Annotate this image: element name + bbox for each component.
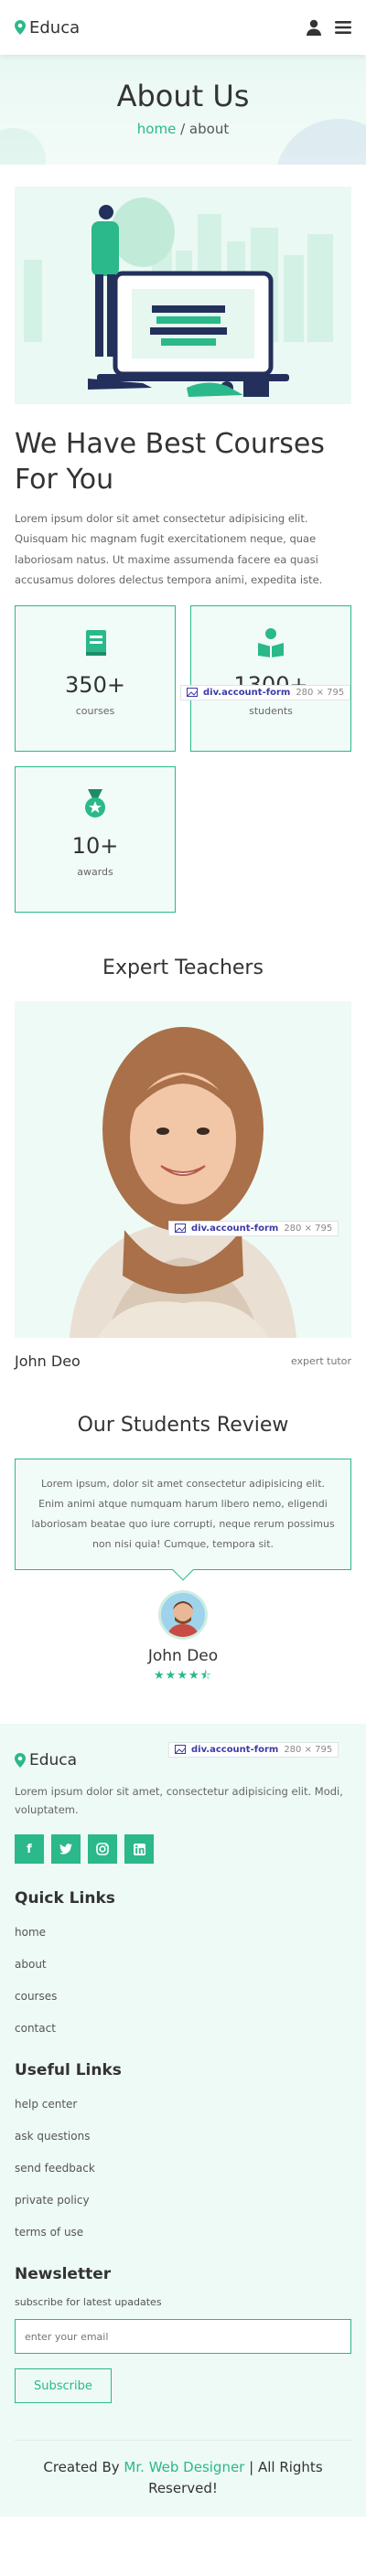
twitter-icon[interactable]: [51, 1834, 81, 1865]
image-icon: [175, 1745, 186, 1755]
stat-label: awards: [77, 865, 113, 878]
stat-value: 10+: [71, 832, 119, 859]
quick-links-heading: Quick Links: [15, 1889, 115, 1908]
facebook-icon[interactable]: f: [15, 1834, 44, 1865]
stats-grid: 350+ courses 1300+ students div.account-…: [15, 604, 351, 913]
stat-card-students: 1300+ students div.account-form 280 × 79…: [180, 604, 351, 752]
linkedin-icon[interactable]: [124, 1834, 154, 1865]
courses-heading: We Have Best Courses For You: [15, 428, 325, 496]
badge-name: div.account-form: [203, 687, 291, 698]
book-icon: [86, 629, 106, 656]
image-icon: [175, 1224, 186, 1234]
reviewer-name: John Deo: [147, 1646, 219, 1665]
useful-links-heading: Useful Links: [15, 2061, 122, 2080]
copyright: Created By Mr. Web Designer | All Rights…: [15, 2440, 351, 2517]
teachers-heading: Expert Teachers: [102, 956, 264, 979]
newsletter-subtitle: subscribe for latest upadates: [15, 2296, 162, 2309]
logo[interactable]: Educa: [15, 18, 80, 37]
stat-label: courses: [75, 704, 115, 717]
breadcrumb-home-link[interactable]: home: [137, 121, 177, 137]
social-links: f: [15, 1834, 351, 1865]
image-icon: [187, 688, 198, 698]
teacher-portrait: [70, 1026, 296, 1338]
reviewer-photo: [161, 1592, 205, 1637]
badge-name: div.account-form: [191, 1223, 279, 1234]
newsletter-email-input[interactable]: [15, 2319, 351, 2355]
credit-author-link[interactable]: Mr. Web Designer: [124, 2459, 244, 2475]
location-pin-icon: [15, 1752, 26, 1768]
credit-prefix: Created By: [43, 2459, 124, 2476]
footer-link-terms-of-use[interactable]: terms of use: [15, 2217, 351, 2249]
header-actions: [306, 19, 351, 36]
about-illustration: [15, 187, 351, 404]
instagram-icon[interactable]: [88, 1834, 117, 1865]
badge-size: 280 × 795: [284, 1223, 333, 1234]
footer-link-send-feedback[interactable]: send feedback: [15, 2153, 351, 2185]
footer-link-home[interactable]: home: [15, 1917, 351, 1949]
teacher-role: expert tutor: [290, 1354, 351, 1367]
students-laptop-illustration: [24, 198, 333, 397]
badge-size: 280 × 795: [296, 687, 345, 698]
logo-text: Educa: [29, 17, 81, 37]
teacher-name: John Deo: [15, 1352, 81, 1370]
page-heading: About Us home / about: [0, 55, 366, 165]
footer-link-private-policy[interactable]: private policy: [15, 2185, 351, 2217]
newsletter-heading: Newsletter: [15, 2265, 112, 2284]
quick-links-list: home about courses contact: [15, 1917, 351, 2045]
student-icon: [258, 627, 284, 657]
badge-size: 280 × 795: [284, 1744, 333, 1755]
site-footer: Educa div.account-form 280 × 795 Lorem i…: [0, 1723, 366, 2517]
rating-stars: ★★★★⯪: [154, 1668, 212, 1683]
footer-link-courses[interactable]: courses: [15, 1981, 351, 2013]
stat-card-courses: 350+ courses: [15, 604, 176, 752]
useful-links-list: help center ask questions send feedback …: [15, 2089, 351, 2249]
stat-card-awards: 10+ awards: [15, 765, 176, 913]
location-pin-icon: [15, 20, 26, 35]
stat-label: students: [249, 704, 293, 717]
footer-logo-text: Educa: [29, 1750, 78, 1769]
subscribe-button[interactable]: Subscribe: [15, 2368, 112, 2404]
review-card: Lorem ipsum, dolor sit amet consectetur …: [15, 1458, 351, 1570]
footer-link-about[interactable]: about: [15, 1949, 351, 1981]
medal-icon: [85, 788, 105, 818]
avatar: [158, 1589, 208, 1640]
stat-value: 350+: [65, 671, 125, 698]
about-description: Lorem ipsum dolor sit amet consectetur a…: [15, 512, 323, 587]
review-text: Lorem ipsum, dolor sit amet consectetur …: [31, 1477, 335, 1550]
footer-link-help-center[interactable]: help center: [15, 2089, 351, 2121]
main-content: We Have Best Courses For You Lorem ipsum…: [0, 187, 366, 1687]
badge-name: div.account-form: [191, 1744, 279, 1755]
teacher-info: John Deo expert tutor: [15, 1352, 351, 1370]
site-header: Educa: [0, 0, 366, 55]
reviews-heading: Our Students Review: [77, 1413, 289, 1437]
reviewer: John Deo ★★★★⯪: [15, 1589, 351, 1687]
inspector-badge: div.account-form 280 × 795: [180, 684, 351, 700]
footer-link-contact[interactable]: contact: [15, 2013, 351, 2045]
teacher-photo: div.account-form 280 × 795: [15, 1000, 351, 1338]
footer-link-ask-questions[interactable]: ask questions: [15, 2121, 351, 2153]
user-icon[interactable]: [306, 19, 322, 36]
footer-description: Lorem ipsum dolor sit amet, consectetur …: [15, 1784, 343, 1817]
inspector-badge: div.account-form 280 × 795: [168, 1220, 339, 1236]
menu-icon[interactable]: [335, 20, 351, 35]
inspector-badge: div.account-form 280 × 795: [168, 1741, 339, 1758]
breadcrumb-separator: /: [176, 121, 189, 137]
page-title: About Us: [116, 79, 250, 113]
breadcrumb-current: about: [188, 121, 230, 137]
